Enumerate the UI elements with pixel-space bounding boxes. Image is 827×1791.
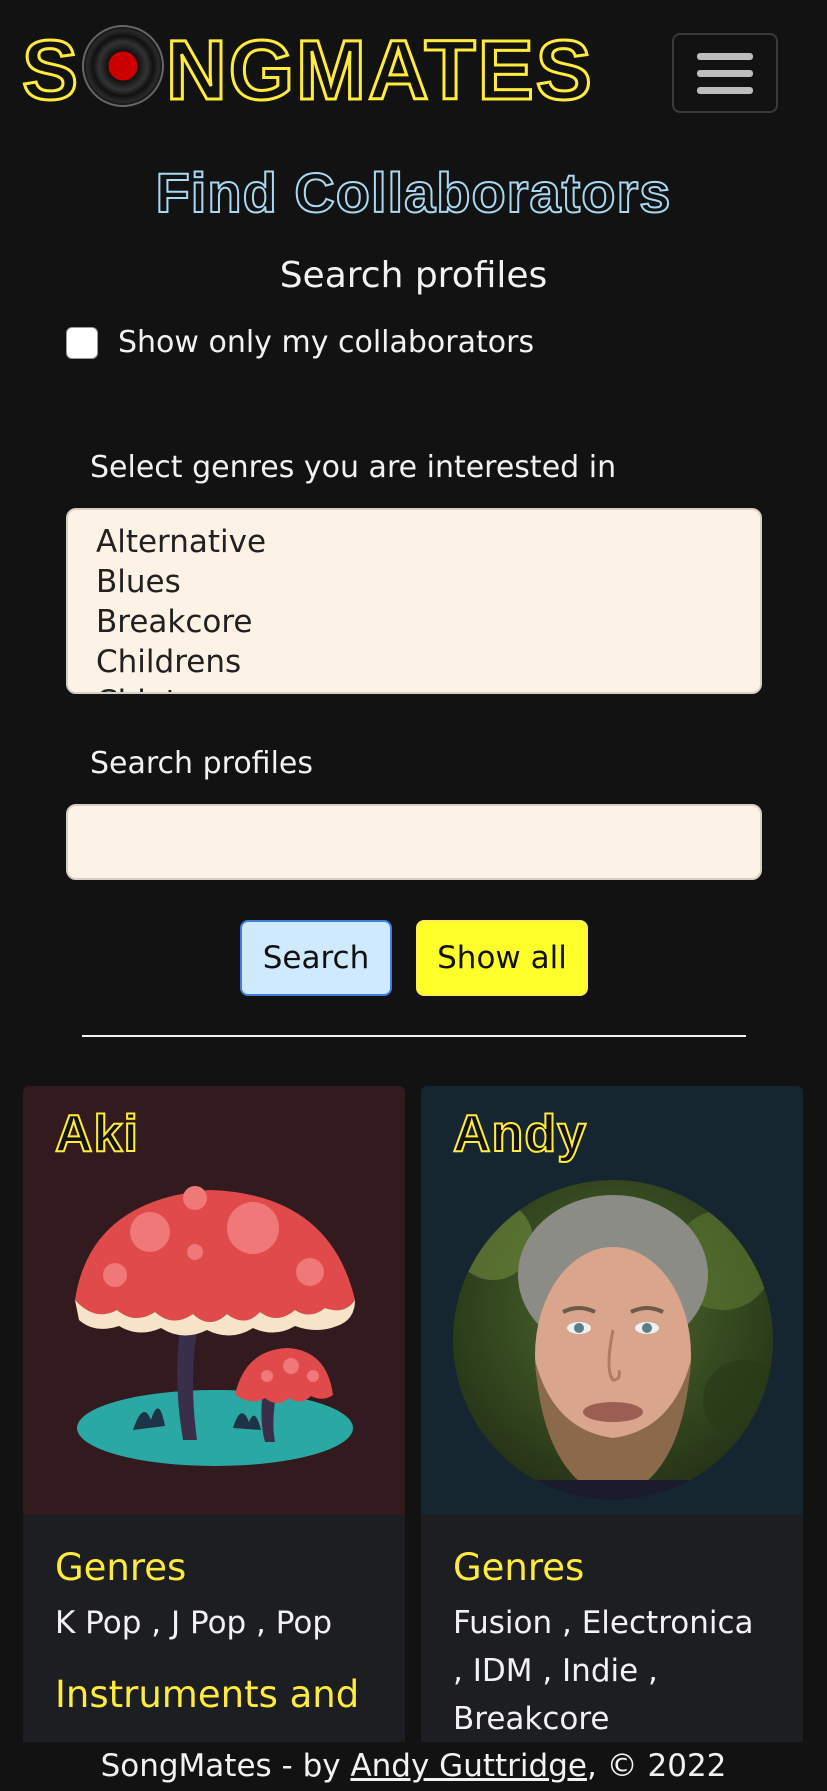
vinyl-record-icon [82, 25, 165, 107]
hamburger-icon-bar [697, 86, 753, 94]
profile-genres: K Pop , J Pop , Pop [55, 1605, 333, 1641]
footer-suffix: , © 2022 [586, 1748, 727, 1784]
author-link[interactable]: Andy Guttridge [350, 1748, 587, 1784]
genre-option[interactable]: Alternative [96, 522, 732, 562]
genres-heading: Genres [55, 1546, 187, 1589]
profile-genres: Fusion , Electronica , IDM , Indie , Bre… [453, 1605, 754, 1737]
brand-text-end: NGMATES [165, 23, 594, 117]
genre-option[interactable]: Chiptune [96, 682, 732, 692]
profile-photo-avatar [453, 1180, 773, 1500]
collaborators-checkbox-label[interactable]: Show only my collaborators [118, 325, 534, 360]
genre-option[interactable]: Blues [96, 562, 732, 602]
genre-option[interactable]: Childrens [96, 642, 732, 682]
hamburger-icon-bar [697, 52, 753, 60]
divider [82, 1035, 746, 1037]
mushroom-avatar-image [75, 1186, 355, 1466]
genres-heading: Genres [453, 1546, 585, 1589]
profile-card-body: Genres K Pop , J Pop , Pop Instruments a… [23, 1514, 405, 1716]
collaborators-checkbox[interactable] [66, 326, 98, 359]
profile-card[interactable]: Andy Genres Fusion , Electronica , IDM ,… [421, 1086, 803, 1791]
profile-name[interactable]: Andy [452, 1104, 587, 1164]
instruments-heading: Instruments and [55, 1673, 360, 1716]
show-all-button[interactable]: Show all [416, 920, 588, 996]
search-button[interactable]: Search [240, 920, 392, 996]
genres-label: Select genres you are interested in [90, 450, 617, 485]
profile-card-body: Genres Fusion , Electronica , IDM , Indi… [421, 1514, 803, 1743]
profile-card[interactable]: Aki Genres K Pop , J Pop , Pop Instrumen… [23, 1086, 405, 1791]
page-subtitle: Search profiles [279, 255, 548, 296]
search-input[interactable] [66, 804, 762, 880]
search-profiles-label: Search profiles [90, 746, 313, 781]
collaborators-filter: Show only my collaborators [66, 325, 534, 360]
profile-card-header: Andy [421, 1086, 803, 1514]
page-title: Find Collaborators [155, 160, 672, 225]
brand-text-start: S [20, 23, 81, 117]
footer: SongMates - by Andy Guttridge, © 2022 [0, 1742, 827, 1791]
genres-multiselect[interactable]: Alternative Blues Breakcore Childrens Ch… [66, 508, 762, 694]
genre-option[interactable]: Breakcore [96, 602, 732, 642]
profile-card-header: Aki [23, 1086, 405, 1514]
profile-name[interactable]: Aki [54, 1104, 139, 1164]
hamburger-icon-bar [697, 69, 753, 77]
navbar: S NGMATES [0, 0, 827, 150]
menu-toggle-button[interactable] [672, 33, 778, 113]
footer-prefix: SongMates - by [100, 1748, 351, 1784]
brand-logo[interactable]: S NGMATES [20, 20, 594, 120]
